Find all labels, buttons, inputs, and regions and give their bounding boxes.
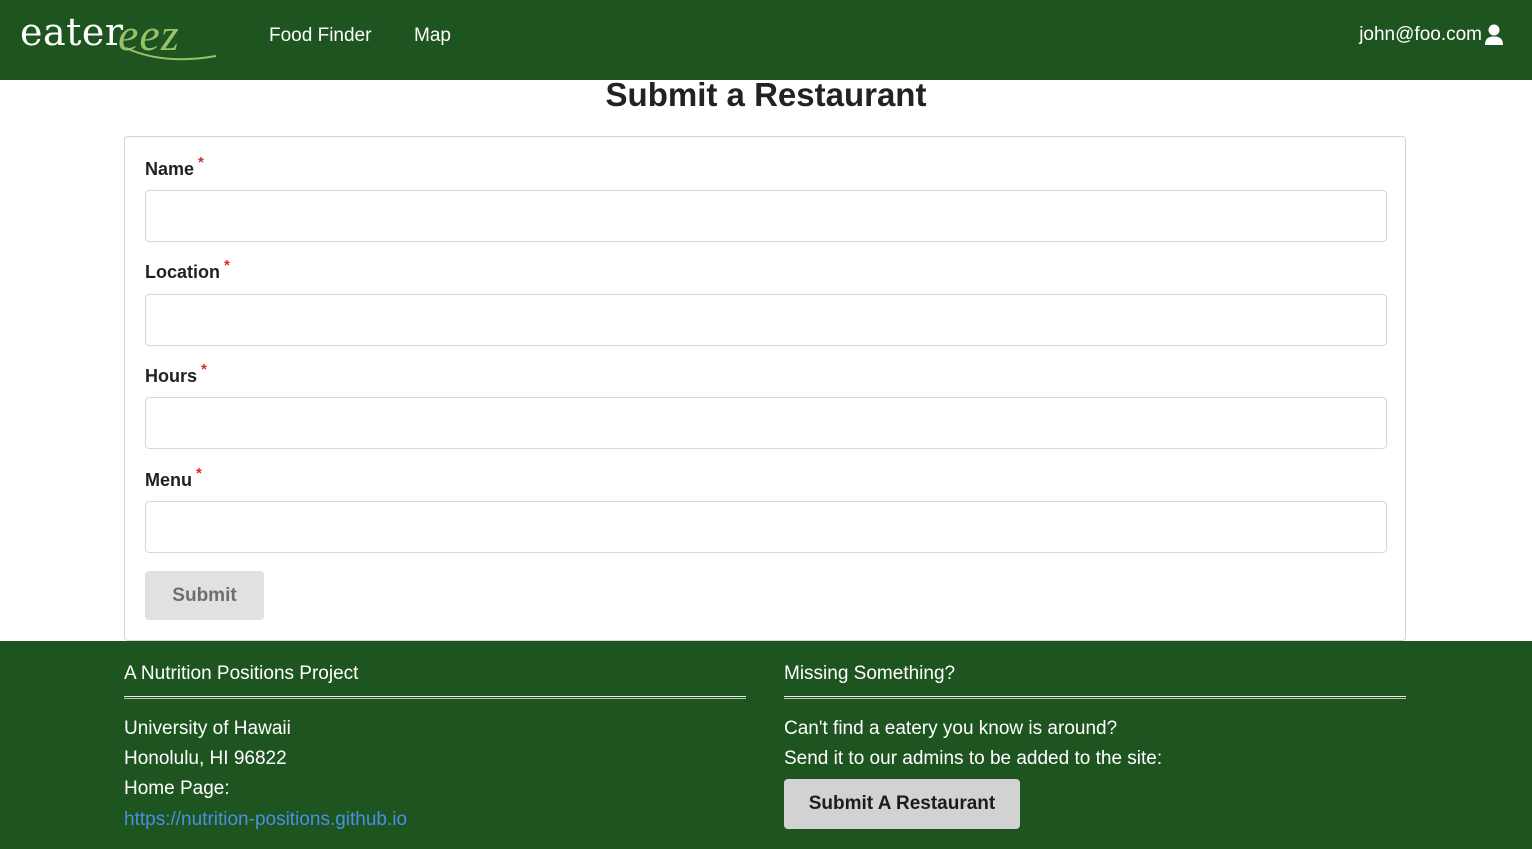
footer-divider — [124, 696, 746, 699]
menu-input[interactable] — [145, 501, 1387, 553]
submit-restaurant-form: Name * Location * Hours * Menu * Submit — [124, 136, 1406, 641]
logo-swoosh-icon — [125, 47, 217, 61]
navbar: eater eez Food Finder Map john@foo.com — [0, 0, 1532, 80]
eatereez-logo[interactable]: eater eez — [18, 6, 218, 64]
footer-missing-heading: Missing Something? — [784, 663, 956, 684]
required-marker: * — [224, 257, 230, 274]
required-marker: * — [198, 154, 204, 171]
user-email: john@foo.com — [1359, 24, 1482, 45]
hours-label: Hours * — [145, 361, 207, 387]
submit-button[interactable]: Submit — [145, 571, 264, 620]
footer-missing-text: Send it to our admins to be added to the… — [784, 748, 1163, 769]
required-marker: * — [201, 361, 207, 378]
menu-label: Menu * — [145, 465, 202, 491]
required-marker: * — [196, 465, 202, 482]
hours-input[interactable] — [145, 397, 1387, 449]
location-input[interactable] — [145, 294, 1387, 346]
name-label: Name * — [145, 154, 204, 180]
footer-divider — [784, 696, 1406, 699]
submit-a-restaurant-button[interactable]: Submit A Restaurant — [784, 779, 1020, 829]
menu-label-text: Menu — [145, 470, 192, 490]
footer-address-line: University of Hawaii — [124, 718, 291, 739]
page-title: Submit a Restaurant — [605, 76, 927, 113]
footer-homepage-link[interactable]: https://nutrition-positions.github.io — [124, 809, 407, 831]
name-input[interactable] — [145, 190, 1387, 242]
logo-text-eater: eater — [20, 10, 124, 54]
footer-homepage-label: Home Page: — [124, 778, 230, 799]
nav-map[interactable]: Map — [414, 25, 451, 47]
location-label-text: Location — [145, 262, 220, 282]
location-label: Location * — [145, 257, 230, 283]
user-icon — [1485, 24, 1503, 45]
footer-missing-text: Can't find a eatery you know is around? — [784, 718, 1118, 739]
nav-food-finder[interactable]: Food Finder — [269, 25, 371, 47]
footer-address-line: Honolulu, HI 96822 — [124, 748, 287, 769]
footer-project-heading: A Nutrition Positions Project — [124, 663, 359, 684]
footer: A Nutrition Positions Project University… — [0, 641, 1532, 849]
name-label-text: Name — [145, 159, 195, 179]
hours-label-text: Hours — [145, 366, 198, 386]
user-menu[interactable]: john@foo.com — [1359, 24, 1504, 46]
